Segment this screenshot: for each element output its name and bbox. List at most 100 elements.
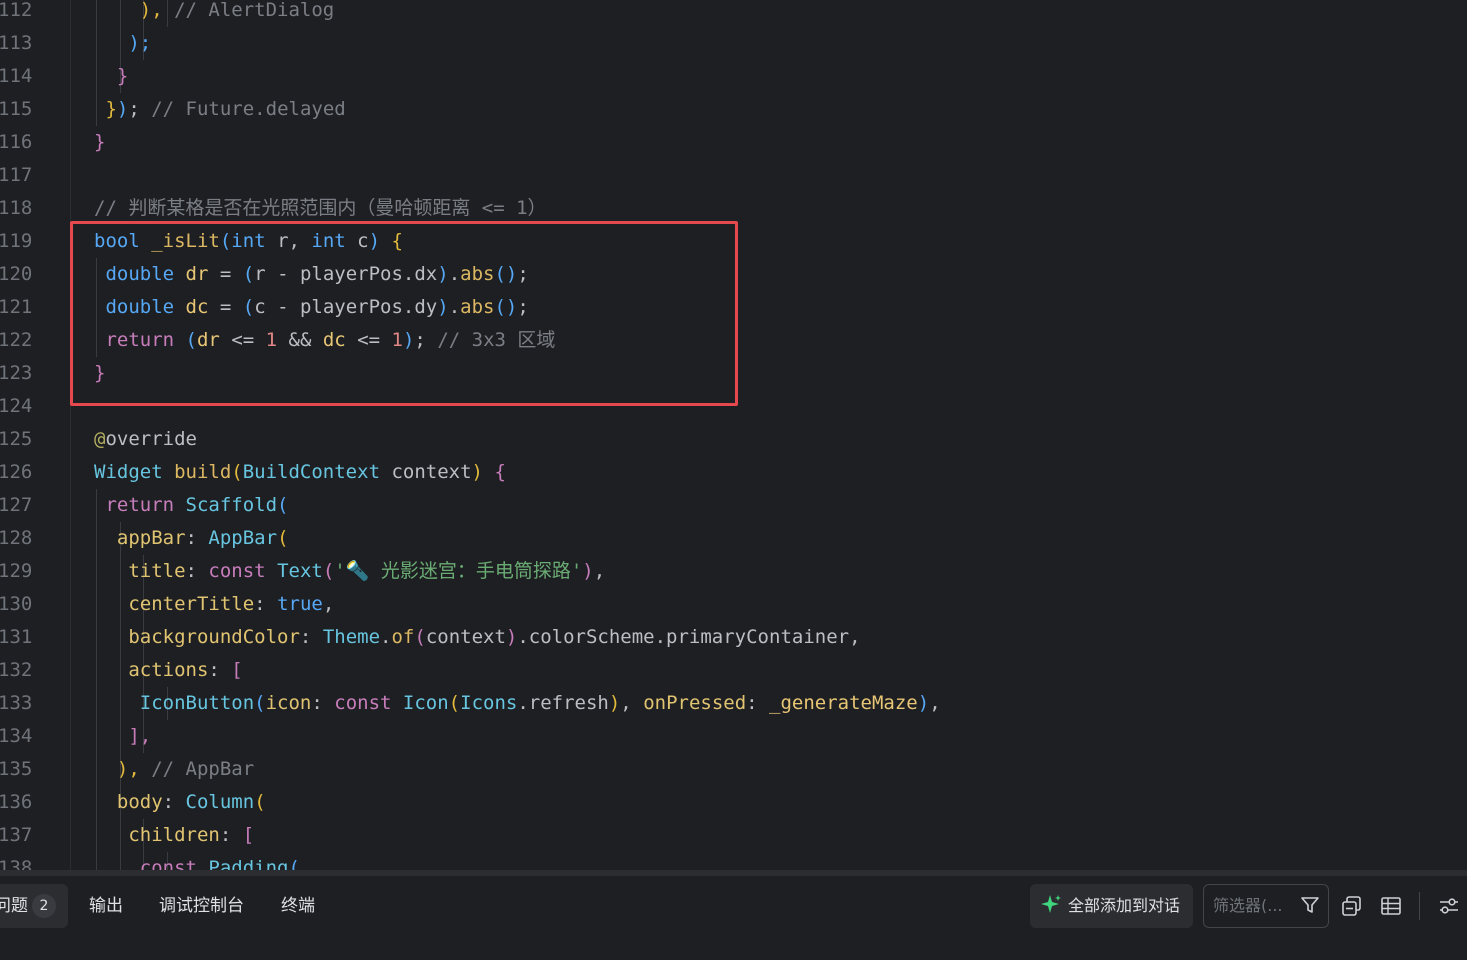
code-line[interactable]: 114 } <box>0 60 1467 93</box>
code-token: Widget <box>94 461 175 483</box>
line-number: 134 <box>0 725 33 747</box>
code-token: // AlertDialog <box>174 0 335 21</box>
code-line[interactable]: 113 ); <box>0 27 1467 60</box>
code-line[interactable]: 136 body: Column( <box>0 786 1467 819</box>
code-token: : <box>185 560 209 582</box>
code-token: AppBar <box>208 527 278 549</box>
code-token: ), <box>94 0 175 21</box>
sparkle-icon <box>1041 895 1061 913</box>
code-token: : <box>254 593 278 615</box>
code-text: children: [ <box>94 819 254 852</box>
code-line[interactable]: 134 ], <box>0 720 1467 753</box>
code-token: Scaffold <box>185 494 278 516</box>
code-token: , <box>593 560 606 582</box>
code-token: const <box>208 560 278 582</box>
code-token: ( <box>288 857 300 870</box>
code-line[interactable]: 131 backgroundColor: Theme.of(context).c… <box>0 621 1467 654</box>
code-token: ) <box>471 461 483 483</box>
code-token: [ <box>231 659 243 681</box>
tab-problems-label: 问题 <box>0 896 28 916</box>
code-line[interactable]: 117 <box>0 159 1467 192</box>
code-line[interactable]: 127 return Scaffold( <box>0 489 1467 522</box>
code-token: Theme <box>322 626 381 648</box>
code-line[interactable]: 133 IconButton(icon: const Icon(Icons.re… <box>0 687 1467 720</box>
code-token: : <box>208 659 232 681</box>
code-token: } <box>94 131 106 153</box>
code-token: override <box>105 428 197 450</box>
line-number: 129 <box>0 560 33 582</box>
code-line[interactable]: 125 @override <box>0 423 1467 456</box>
code-text: appBar: AppBar( <box>94 522 289 555</box>
code-token: build <box>174 461 232 483</box>
code-text: ), // AlertDialog <box>94 0 334 27</box>
code-text: body: Column( <box>94 786 266 819</box>
code-token: ( <box>448 692 461 714</box>
code-token: // AppBar <box>151 758 255 780</box>
code-token: : <box>311 692 335 714</box>
code-line[interactable]: 137 children: [ <box>0 819 1467 852</box>
code-line[interactable]: 112 ), // AlertDialog <box>0 0 1467 27</box>
code-token: context <box>425 626 506 648</box>
tab-terminal[interactable]: 终端 <box>281 884 315 928</box>
code-token: : <box>162 791 186 813</box>
filter-input[interactable]: 筛选器(... <box>1203 884 1329 928</box>
line-number: 116 <box>0 131 33 153</box>
code-text: Widget build(BuildContext context) { <box>94 456 506 489</box>
add-all-to-chat-button[interactable]: 全部添加到对话 <box>1030 884 1193 928</box>
collapse-all-icon[interactable] <box>1341 895 1363 917</box>
line-number: 138 <box>0 857 33 870</box>
code-text: actions: [ <box>94 654 243 687</box>
code-token: Padding <box>208 857 289 870</box>
settings-sliders-icon[interactable] <box>1438 895 1460 917</box>
line-number: 126 <box>0 461 33 483</box>
code-line[interactable]: 132 actions: [ <box>0 654 1467 687</box>
code-token: const <box>334 692 403 714</box>
code-token: body <box>116 791 163 813</box>
line-number: 117 <box>0 164 33 186</box>
code-line[interactable]: 115 }); // Future.delayed <box>0 93 1467 126</box>
table-view-icon[interactable] <box>1380 895 1402 917</box>
code-token: .colorScheme.primaryContainer, <box>517 626 861 648</box>
line-number: 122 <box>0 329 33 351</box>
code-token: ), <box>94 758 152 780</box>
line-number: 112 <box>0 0 33 21</box>
code-line[interactable]: 126 Widget build(BuildContext context) { <box>0 456 1467 489</box>
code-token: . <box>380 626 392 648</box>
line-number: 133 <box>0 692 33 714</box>
code-token: @ <box>94 428 106 450</box>
code-line[interactable]: 130 centerTitle: true, <box>0 588 1467 621</box>
code-token: // Future.delayed <box>151 98 346 120</box>
code-editor[interactable]: 112 ), // AlertDialog 113 ); 114 } 115 }); … <box>0 0 1467 870</box>
line-number: 131 <box>0 626 33 648</box>
code-token: } <box>94 65 129 87</box>
code-line[interactable]: 129 title: const Text('🔦 光影迷宫：手电筒探路'), <box>0 555 1467 588</box>
code-line[interactable]: 128 appBar: AppBar( <box>0 522 1467 555</box>
code-text: const Padding( <box>94 852 300 870</box>
toolbar-separator <box>1419 892 1420 920</box>
code-token: title <box>128 560 186 582</box>
code-token: appBar <box>116 527 186 549</box>
code-token: ( <box>231 461 243 483</box>
tab-output[interactable]: 输出 <box>89 884 123 928</box>
add-all-to-chat-label: 全部添加到对话 <box>1068 896 1181 915</box>
tab-debug-console[interactable]: 调试控制台 <box>159 884 244 928</box>
code-text: } <box>94 60 128 93</box>
code-text: @override <box>94 423 197 456</box>
problems-count-badge: 2 <box>32 894 56 918</box>
code-line[interactable]: 135 ), // AppBar <box>0 753 1467 786</box>
code-text: } <box>94 126 105 159</box>
line-number: 137 <box>0 824 33 846</box>
tab-problems[interactable]: 问题 2 <box>0 884 68 928</box>
code-line[interactable]: 116} <box>0 126 1467 159</box>
code-text: }); // Future.delayed <box>94 93 346 126</box>
filter-funnel-icon[interactable] <box>1300 895 1320 915</box>
code-line[interactable]: 138 const Padding( <box>0 852 1467 870</box>
code-token: '🔦 光影迷宫：手电筒探路' <box>334 560 583 582</box>
